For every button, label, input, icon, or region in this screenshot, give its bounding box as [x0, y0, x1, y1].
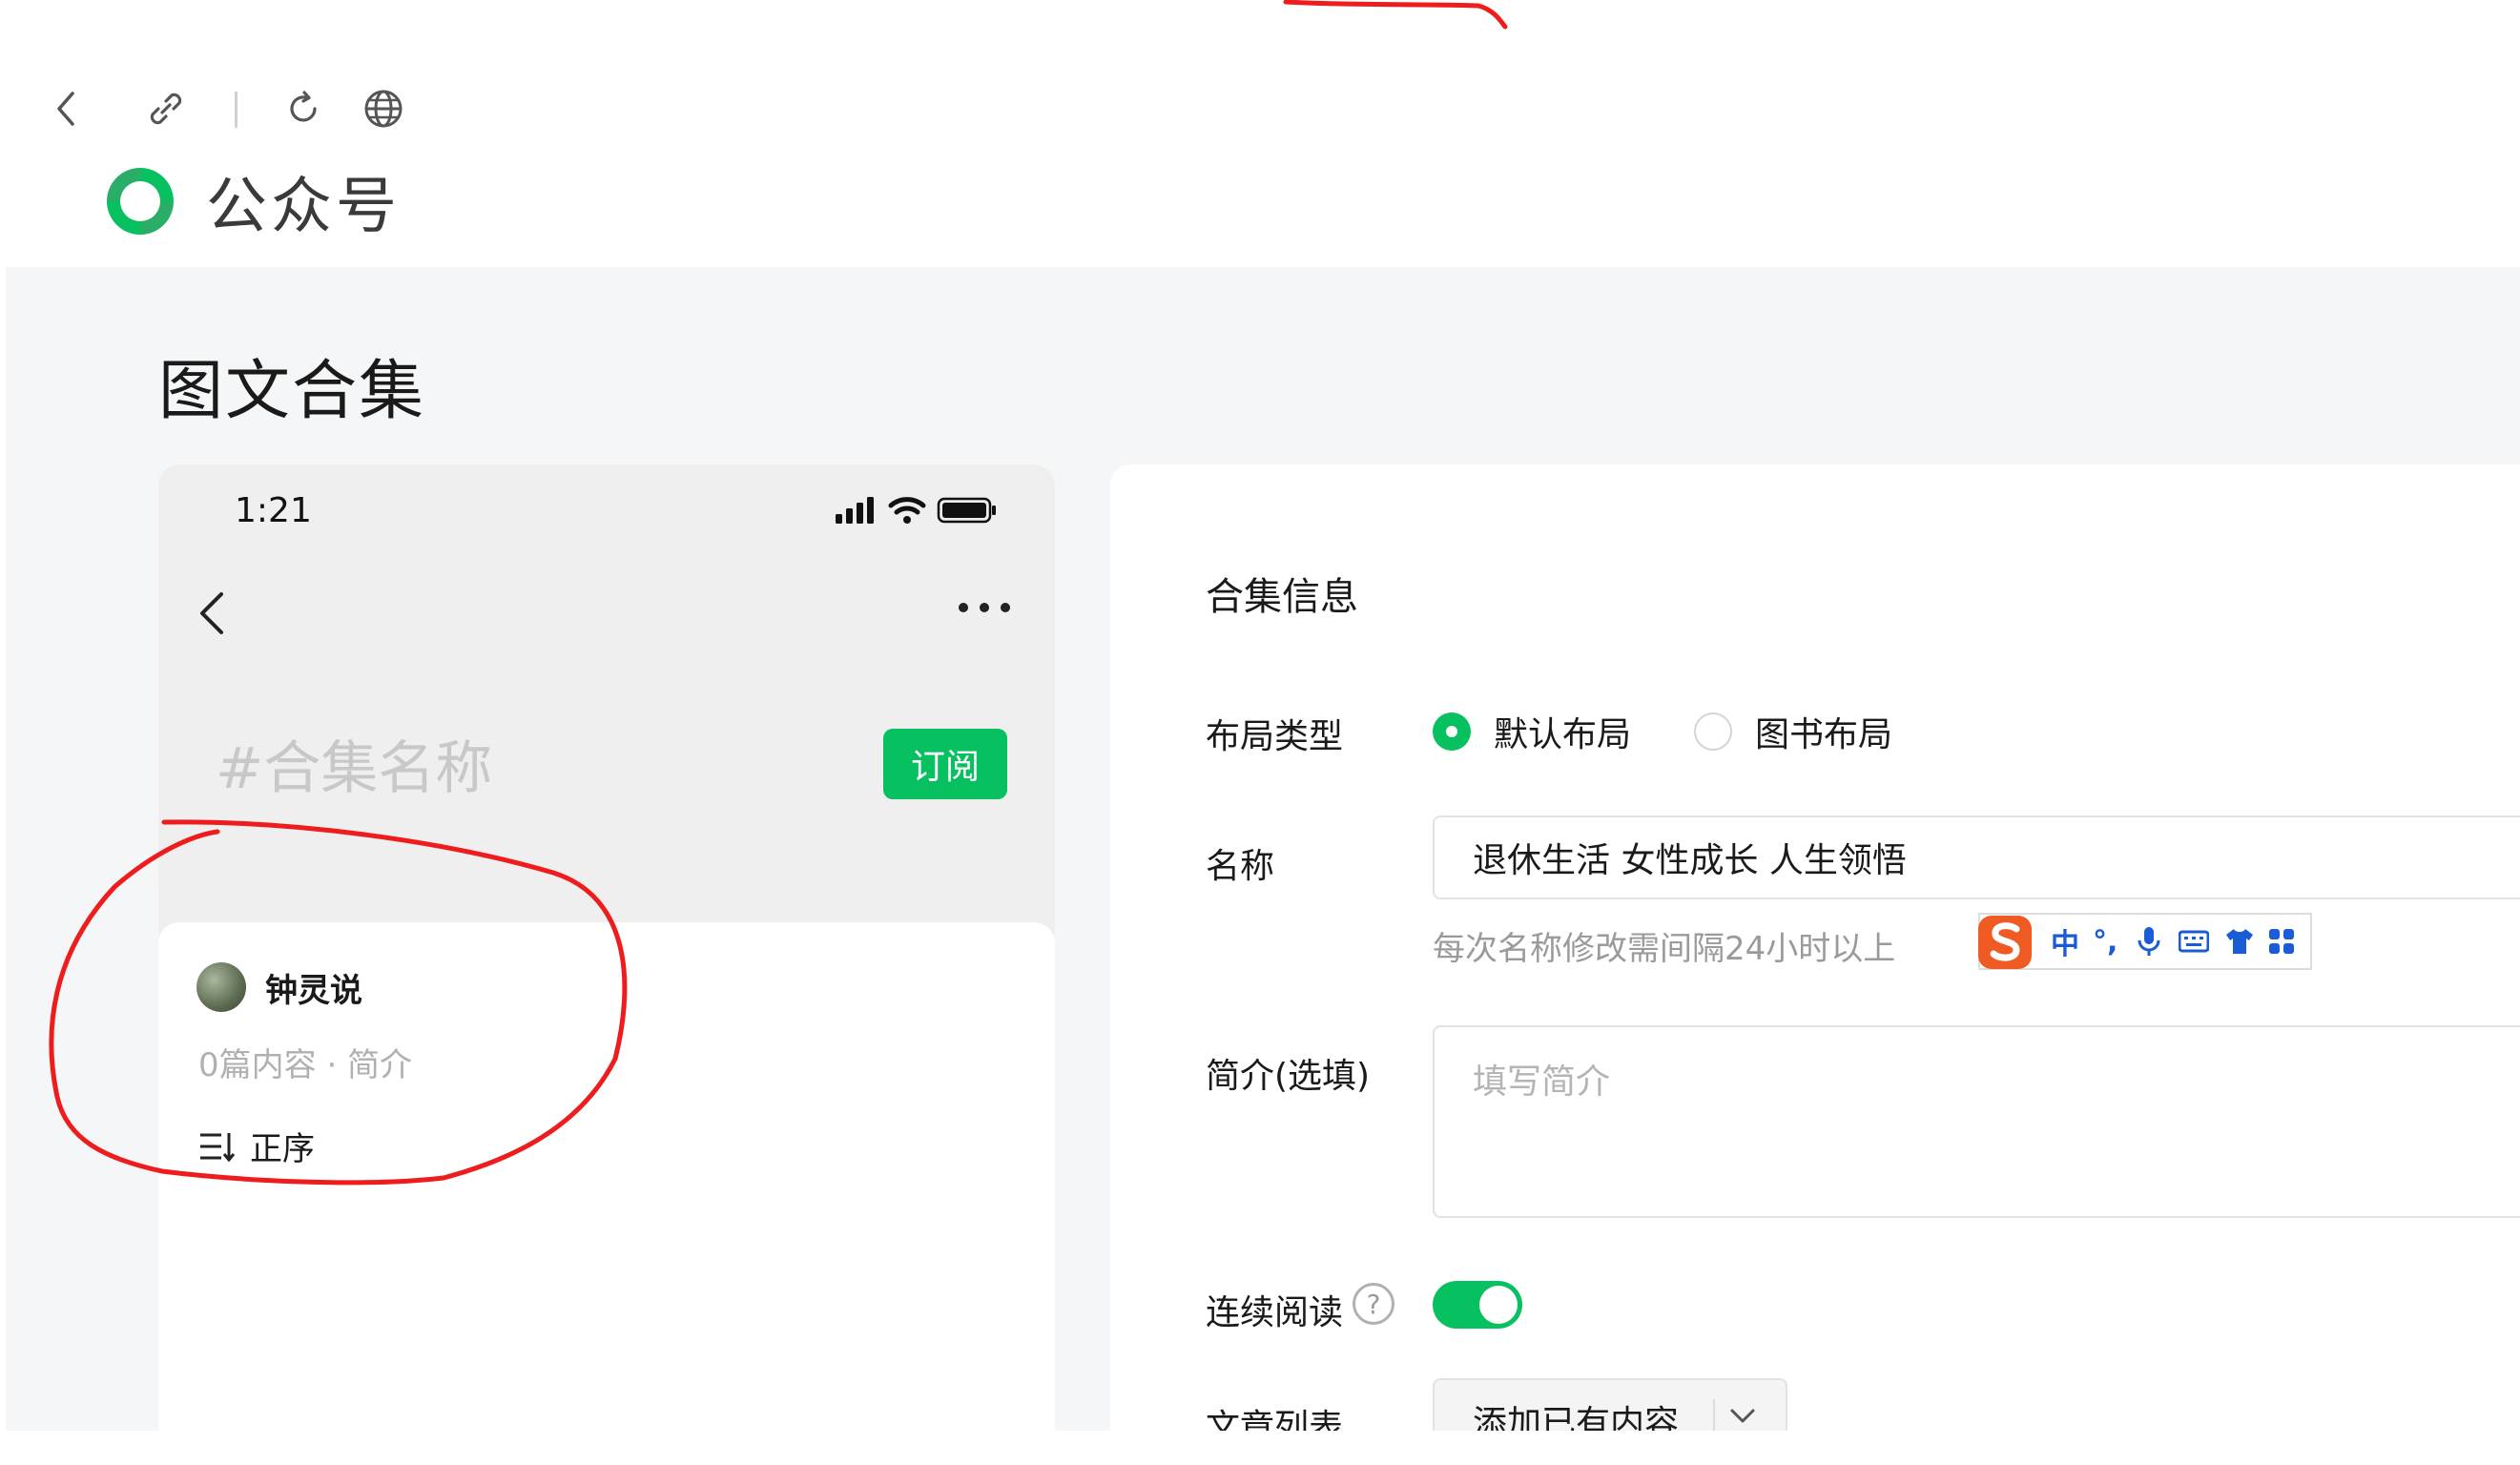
continuous-read-toggle[interactable]	[1433, 1281, 1522, 1329]
more-icon[interactable]	[956, 598, 1013, 617]
author-row: 钟灵说	[196, 962, 362, 1012]
ime-chinese-mode[interactable]: 中	[2051, 920, 2079, 962]
preview-back-icon[interactable]	[193, 588, 231, 638]
author-name: 钟灵说	[265, 971, 362, 1010]
brand-name: 公众号	[206, 172, 401, 242]
microphone-icon[interactable]	[2137, 925, 2161, 958]
intro-textarea[interactable]: 填写简介	[1433, 1025, 2520, 1218]
layout-type-label: 布局类型	[1206, 717, 1344, 756]
phone-preview: 1:21 #合集名称 订阅 钟灵说 0篇内容 · 简介 正序	[158, 464, 1055, 1447]
name-input[interactable]: 退休生活 女性成长 人生领悟	[1433, 815, 2520, 899]
toolbox-grid-icon[interactable]	[2268, 928, 2295, 955]
sort-icon	[200, 1132, 236, 1162]
wifi-icon	[888, 497, 926, 524]
status-icons	[836, 497, 996, 524]
brand: 公众号	[99, 158, 401, 244]
radio-default-layout-label: 默认布局	[1494, 715, 1632, 754]
signal-icon	[836, 497, 874, 524]
chevron-down-icon	[1730, 1409, 1755, 1423]
link-icon[interactable]	[141, 84, 191, 134]
browser-toolbar: 公众号	[0, 0, 2520, 242]
content-area: 图文合集 1:21 #合集名称 订阅 钟灵说 0篇内容 · 简介 正序 合集信息…	[6, 267, 2520, 1462]
sort-order-label: 正序	[250, 1130, 315, 1168]
section-title: 合集信息	[1206, 575, 1358, 619]
screenshot-root: 公众号 图文合集 1:21 #合集名称 订阅 钟灵说 0篇内容 · 简介 正序 …	[0, 0, 2520, 1465]
status-time: 1:21	[235, 491, 312, 530]
name-hint: 每次名称修改需间隔24小时以上	[1433, 930, 1896, 968]
skin-shirt-icon[interactable]	[2224, 927, 2255, 956]
radio-default-layout[interactable]: 默认布局	[1433, 707, 1631, 756]
bottom-strip	[0, 1431, 2520, 1465]
ime-toolbar: 中 °,	[1978, 913, 2312, 970]
continuous-read-label: 连续阅读	[1206, 1293, 1344, 1332]
toolbar-divider	[235, 92, 238, 128]
collection-name-placeholder: #合集名称	[216, 735, 493, 802]
intro-label: 简介(选填)	[1206, 1057, 1371, 1096]
collection-info-panel: 合集信息 布局类型 默认布局 图书布局 名称 退休生活 女性成长 人生领悟 每次…	[1110, 464, 2520, 1462]
collection-card: 钟灵说 0篇内容 · 简介 正序	[158, 922, 1055, 1447]
radio-book-layout-label: 图书布局	[1755, 715, 1893, 754]
sort-order-toggle[interactable]: 正序	[198, 1123, 315, 1169]
sogou-logo-icon	[1978, 916, 2032, 969]
wechat-official-logo	[107, 168, 174, 235]
ime-punctuation[interactable]: °,	[2093, 925, 2117, 959]
avatar	[196, 962, 246, 1012]
page-title: 图文合集	[158, 354, 426, 429]
globe-icon[interactable]	[359, 84, 408, 134]
subscribe-button[interactable]: 订阅	[883, 729, 1007, 799]
collection-meta: 0篇内容 · 简介	[198, 1046, 413, 1084]
back-arrow-icon[interactable]	[42, 84, 92, 134]
name-label: 名称	[1206, 847, 1275, 886]
radio-unchecked-icon	[1694, 712, 1732, 751]
reload-icon[interactable]	[279, 84, 328, 134]
radio-checked-icon	[1433, 712, 1471, 751]
keyboard-icon[interactable]	[2179, 929, 2210, 954]
help-icon[interactable]: ?	[1353, 1283, 1394, 1325]
battery-icon	[937, 497, 996, 524]
radio-book-layout[interactable]: 图书布局	[1694, 707, 1892, 756]
